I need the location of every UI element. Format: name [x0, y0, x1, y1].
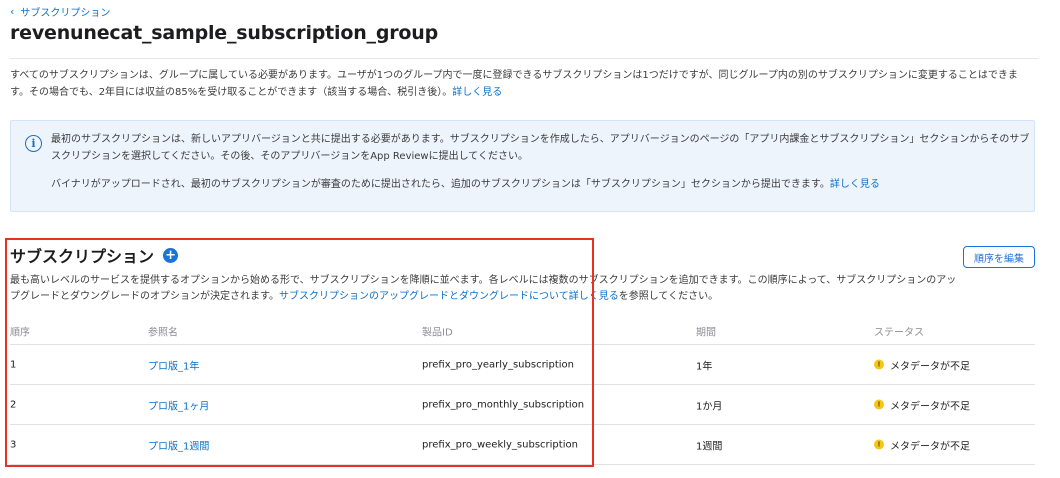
- info-box-text: 最初のサブスクリプションは、新しいアプリバージョンと共に提出する必要があります。…: [51, 131, 1031, 193]
- chevron-left-icon: ‹: [10, 5, 15, 18]
- info-paragraph-2: バイナリがアップロードされ、最初のサブスクリプションが審査のために提出されたら、…: [51, 176, 1031, 193]
- header-status[interactable]: ステータス: [874, 324, 924, 339]
- table-row: 2 プロ版_1ヶ月 prefix_pro_monthly_subscriptio…: [10, 385, 1035, 425]
- back-link[interactable]: ‹ サブスクリプション: [10, 4, 110, 19]
- intro-learn-more-link[interactable]: 詳しく見る: [452, 87, 502, 98]
- plus-circle-icon: +: [165, 247, 176, 263]
- info-paragraph-1: 最初のサブスクリプションは、新しいアプリバージョンと共に提出する必要があります。…: [51, 134, 1030, 162]
- row-duration: 1か月: [696, 401, 723, 412]
- section-description-tail: を参照してください。: [618, 291, 719, 302]
- intro-text-body: すべてのサブスクリプションは、グループに属している必要があります。ユーザが1つの…: [10, 70, 1018, 98]
- back-link-label: サブスクリプション: [20, 8, 111, 19]
- row-status-label: メタデータが不足: [890, 441, 970, 452]
- warning-dot-icon: !: [874, 399, 884, 410]
- row-ref-name-link[interactable]: プロ版_1年: [148, 357, 199, 372]
- add-subscription-button[interactable]: +: [163, 247, 179, 263]
- table-row: 1 プロ版_1年 prefix_pro_yearly_subscription …: [10, 345, 1035, 385]
- info-learn-more-link[interactable]: 詳しく見る: [830, 179, 880, 190]
- row-status: ! メタデータが不足: [874, 437, 970, 452]
- header-ref-name[interactable]: 参照名: [148, 324, 178, 339]
- section-description: 最も高いレベルのサービスを提供するオプションから始める形で、サブスクリプションを…: [10, 273, 960, 305]
- row-order: 3: [10, 439, 17, 450]
- warning-dot-icon: !: [874, 439, 884, 450]
- subscriptions-table: 順序 参照名 製品ID 期間 ステータス 1 プロ版_1年 prefix_pro…: [10, 318, 1035, 465]
- row-status: ! メタデータが不足: [874, 397, 970, 412]
- header-duration[interactable]: 期間: [696, 324, 716, 339]
- info-paragraph-2-text: バイナリがアップロードされ、最初のサブスクリプションが審査のために提出されたら、…: [51, 179, 830, 190]
- section-title: サブスクリプション: [10, 247, 155, 266]
- row-status: ! メタデータが不足: [874, 357, 970, 372]
- info-box: i 最初のサブスクリプションは、新しいアプリバージョンと共に提出する必要がありま…: [10, 120, 1035, 212]
- intro-text: すべてのサブスクリプションは、グループに属している必要があります。ユーザが1つの…: [10, 67, 1036, 101]
- page-title: revenunecat_sample_subscription_group: [10, 22, 439, 44]
- row-status-label: メタデータが不足: [890, 361, 970, 372]
- row-order: 1: [10, 359, 17, 370]
- subscriptions-section-header: サブスクリプション +: [10, 243, 179, 267]
- upgrade-downgrade-link[interactable]: サブスクリプションのアップグレードとダウングレードについて詳しく見る: [279, 291, 619, 302]
- row-status-label: メタデータが不足: [890, 401, 970, 412]
- row-order: 2: [10, 399, 17, 410]
- info-icon: i: [25, 135, 42, 152]
- divider: [10, 58, 1038, 59]
- edit-order-button[interactable]: 順序を編集: [963, 246, 1035, 268]
- row-duration: 1年: [696, 361, 713, 372]
- header-order[interactable]: 順序: [10, 324, 30, 339]
- warning-dot-icon: !: [874, 359, 884, 370]
- row-ref-name-link[interactable]: プロ版_1ヶ月: [148, 397, 209, 412]
- row-ref-name-link[interactable]: プロ版_1週間: [148, 437, 209, 452]
- table-row: 3 プロ版_1週間 prefix_pro_weekly_subscription…: [10, 425, 1035, 465]
- row-product-id: prefix_pro_weekly_subscription: [422, 439, 578, 450]
- row-duration: 1週間: [696, 441, 723, 452]
- row-product-id: prefix_pro_yearly_subscription: [422, 359, 574, 370]
- row-product-id: prefix_pro_monthly_subscription: [422, 399, 585, 410]
- table-header-row: 順序 参照名 製品ID 期間 ステータス: [10, 318, 1035, 345]
- header-product-id[interactable]: 製品ID: [422, 324, 453, 339]
